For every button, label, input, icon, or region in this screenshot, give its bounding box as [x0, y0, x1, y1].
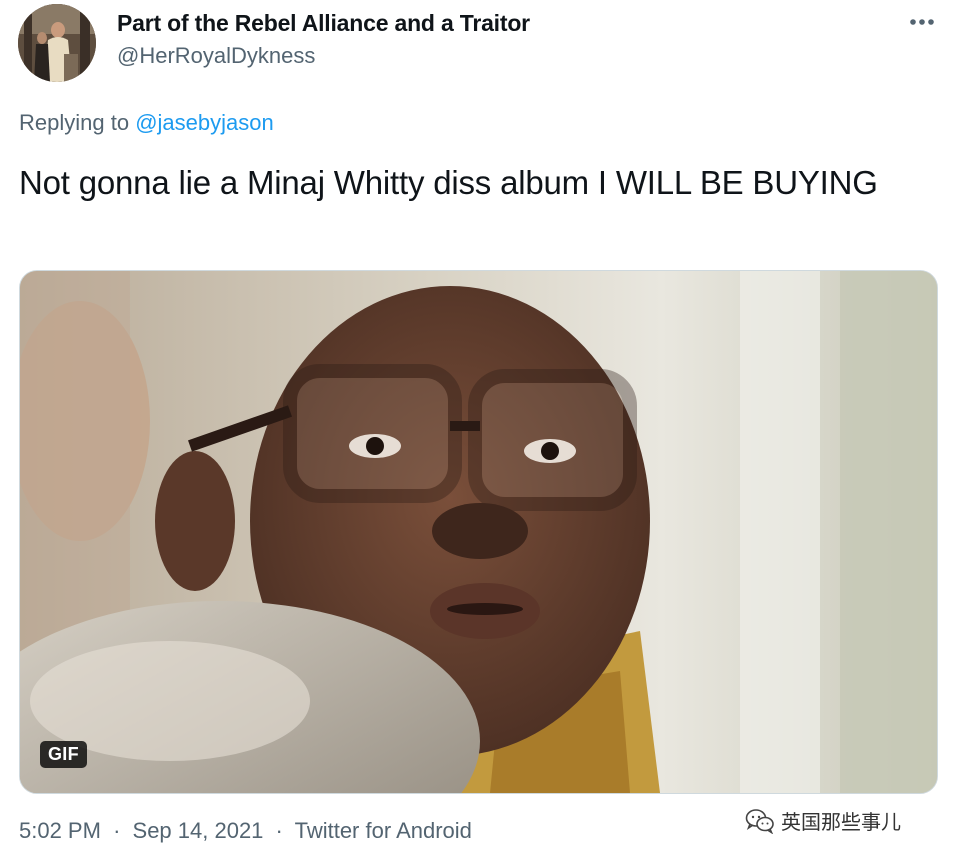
tweet-date[interactable]: Sep 14, 2021: [133, 818, 264, 843]
gif-preview-image: [20, 271, 937, 793]
reply-mention-link[interactable]: @jasebyjason: [135, 110, 274, 135]
tweet-meta: 5:02 PM · Sep 14, 2021 · Twitter for And…: [19, 818, 472, 844]
more-horizontal-icon: [910, 19, 934, 25]
profile-photo-icon: [18, 4, 96, 82]
more-options-button[interactable]: [902, 8, 942, 36]
tweet-source[interactable]: Twitter for Android: [295, 818, 472, 843]
watermark: 英国那些事儿: [745, 806, 901, 835]
meta-separator: ·: [113, 818, 121, 843]
tweet-media-gif[interactable]: GIF: [19, 270, 938, 794]
wechat-icon: [745, 808, 774, 834]
author-display-name[interactable]: Part of the Rebel Alliance and a Traitor: [117, 10, 530, 37]
tweet-card: Part of the Rebel Alliance and a Traitor…: [0, 0, 953, 861]
tweet-time[interactable]: 5:02 PM: [19, 818, 101, 843]
replying-to: Replying to @jasebyjason: [19, 110, 274, 136]
watermark-text: 英国那些事儿: [781, 812, 901, 834]
author-handle[interactable]: @HerRoyalDykness: [117, 43, 315, 69]
gif-badge: GIF: [40, 741, 87, 768]
tweet-text: Not gonna lie a Minaj Whitty diss album …: [19, 164, 878, 201]
author-avatar[interactable]: [18, 4, 96, 82]
replying-to-label: Replying to: [19, 110, 130, 135]
meta-separator: ·: [275, 818, 283, 843]
